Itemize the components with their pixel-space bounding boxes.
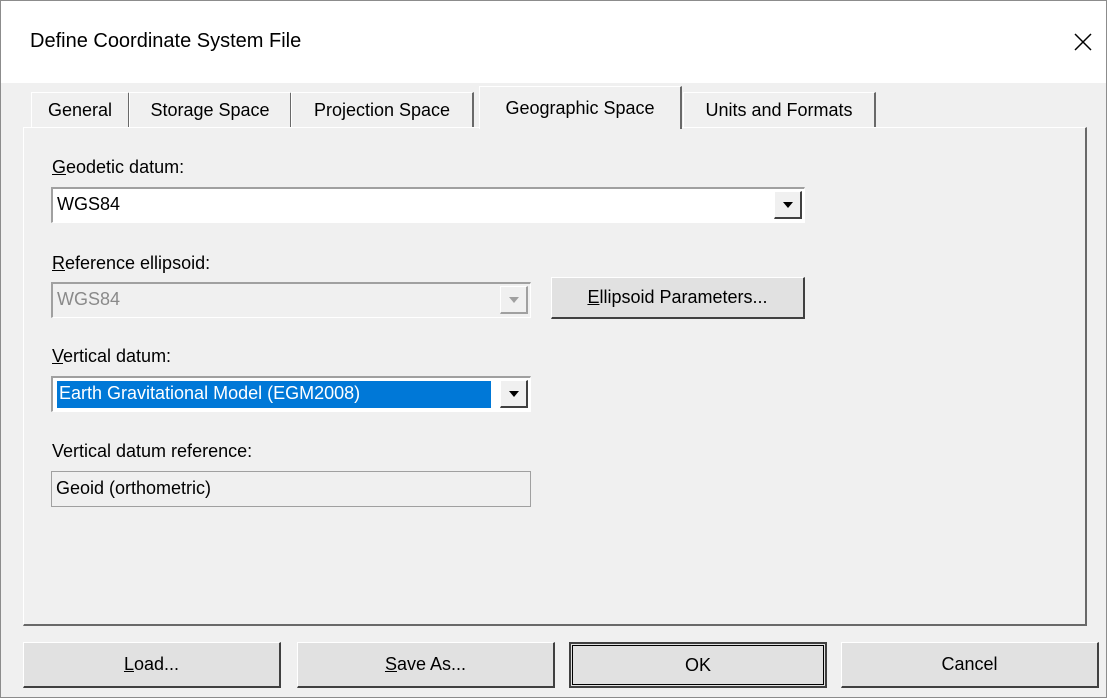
chevron-down-icon	[508, 296, 519, 303]
tab-projection-space[interactable]: Projection Space	[291, 92, 474, 127]
vertical-datum-dropdown[interactable]	[500, 380, 528, 408]
save-as-button[interactable]: Save As...	[297, 642, 555, 688]
reference-ellipsoid-label: Reference ellipsoid:	[52, 253, 211, 273]
geodetic-datum-dropdown[interactable]	[774, 191, 802, 219]
geodetic-datum-value: WGS84	[57, 194, 121, 214]
tab-units-and-formats[interactable]: Units and Formats	[683, 92, 876, 127]
tab-geographic-space[interactable]: Geographic Space	[479, 86, 682, 129]
vertical-datum-reference-field: Geoid (orthometric)	[51, 471, 531, 507]
vertical-datum-reference-label: Vertical datum reference:	[52, 441, 253, 461]
chevron-down-icon	[782, 201, 793, 208]
vertical-datum-select[interactable]: Earth Gravitational Model (EGM2008)	[51, 376, 531, 412]
tab-general[interactable]: General	[31, 92, 130, 127]
reference-ellipsoid-select: WGS84	[51, 282, 531, 318]
vertical-datum-value: Earth Gravitational Model (EGM2008)	[59, 383, 361, 403]
chevron-down-icon	[508, 390, 519, 397]
geodetic-datum-select[interactable]: WGS84	[51, 187, 805, 223]
vertical-datum-reference-value: Geoid (orthometric)	[56, 478, 212, 498]
geodetic-datum-label: Geodetic datum:	[52, 157, 185, 177]
cancel-button[interactable]: Cancel	[841, 642, 1099, 688]
tab-storage-space[interactable]: Storage Space	[129, 92, 292, 127]
dialog-window: Define Coordinate System File General St…	[0, 0, 1107, 698]
close-icon	[1074, 33, 1092, 51]
reference-ellipsoid-dropdown	[500, 286, 528, 314]
dialog-title: Define Coordinate System File	[30, 30, 302, 52]
vertical-datum-label: Vertical datum:	[52, 346, 172, 366]
ellipsoid-parameters-button[interactable]: Ellipsoid Parameters...	[551, 277, 805, 319]
title-bar: Define Coordinate System File	[1, 1, 1106, 83]
ok-button[interactable]: OK	[569, 642, 827, 688]
load-button[interactable]: Load...	[23, 642, 281, 688]
vertical-datum-highlight: Earth Gravitational Model (EGM2008)	[57, 381, 491, 408]
close-button[interactable]	[1060, 17, 1106, 67]
reference-ellipsoid-value: WGS84	[57, 289, 121, 309]
